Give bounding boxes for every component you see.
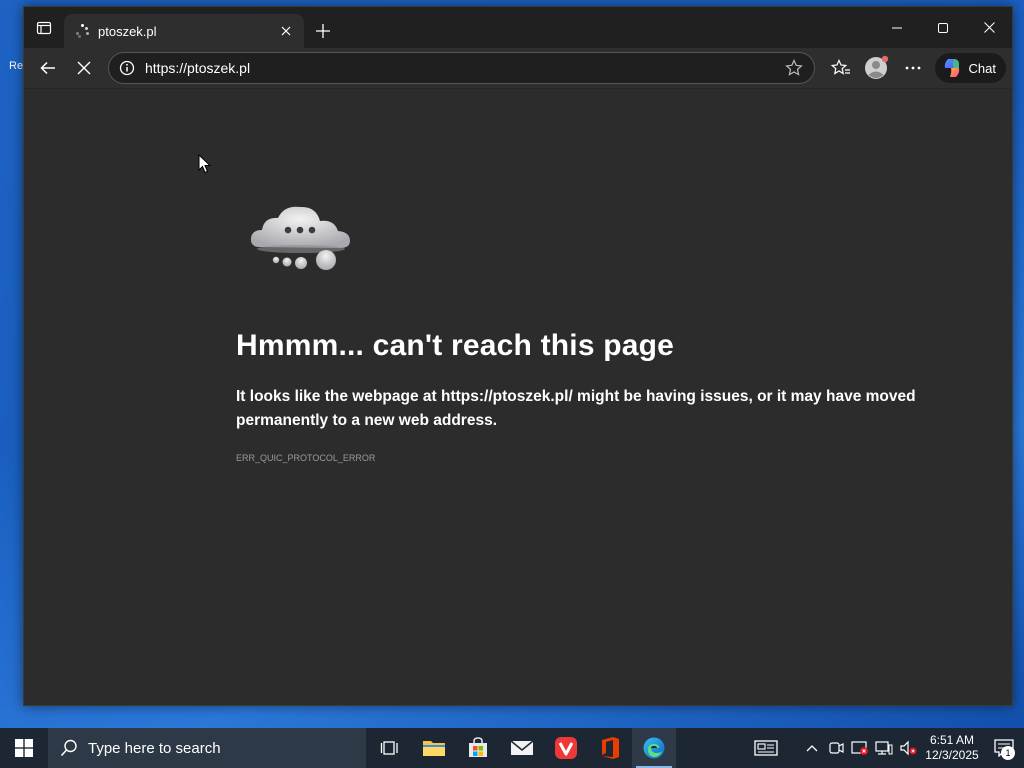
browser-tab[interactable]: ptoszek.pl: [64, 14, 304, 48]
page-content: Hmmm... can't reach this page It looks l…: [24, 88, 1012, 705]
profile-icon: [864, 55, 888, 79]
title-bar: ptoszek.pl: [24, 7, 1012, 48]
clock-time: 6:51 AM: [929, 733, 975, 747]
chevron-up-icon: [806, 745, 818, 752]
office-icon: [602, 737, 619, 759]
taskbar-store[interactable]: [456, 728, 500, 768]
close-icon: [281, 26, 291, 36]
mouse-cursor-icon: [198, 154, 212, 174]
meet-icon: [829, 742, 844, 754]
tab-actions-button[interactable]: [24, 7, 64, 48]
plus-icon: [316, 24, 330, 38]
search-input[interactable]: [88, 739, 338, 757]
stop-icon: [77, 61, 91, 75]
taskbar-mail[interactable]: [500, 728, 544, 768]
shield-warning-icon: [851, 741, 868, 755]
search-icon: [60, 739, 77, 757]
taskbar-vivaldi[interactable]: [544, 728, 588, 768]
info-icon: [119, 60, 135, 76]
taskbar-clock[interactable]: 6:51 AM 12/3/2025: [920, 733, 984, 763]
copilot-icon: [944, 59, 959, 77]
cloud-error-icon: [250, 206, 350, 270]
clock-date: 12/3/2025: [925, 748, 979, 762]
stop-loading-button[interactable]: [66, 52, 102, 84]
task-view-button[interactable]: [368, 728, 412, 768]
start-button[interactable]: [0, 728, 48, 768]
tab-close-button[interactable]: [276, 21, 296, 41]
vivaldi-icon: [555, 737, 577, 759]
close-icon: [983, 22, 995, 33]
chat-label: Chat: [968, 60, 996, 76]
new-tab-button[interactable]: [306, 14, 340, 48]
error-desc-url: https://ptoszek.pl/: [441, 388, 573, 405]
taskbar: 6:51 AM 12/3/2025 1: [0, 728, 1024, 768]
taskbar-edge[interactable]: [632, 728, 676, 768]
volume-muted-icon: [900, 740, 917, 756]
taskbar-file-explorer[interactable]: [412, 728, 456, 768]
profile-button[interactable]: [859, 52, 895, 84]
minimize-icon: [892, 27, 902, 28]
notification-center-button[interactable]: 1: [984, 728, 1024, 768]
taskbar-search-box[interactable]: [48, 728, 366, 768]
favorite-button[interactable]: [782, 59, 806, 77]
back-button[interactable]: [30, 52, 66, 84]
mail-icon: [510, 740, 534, 755]
error-title: Hmmm... can't reach this page: [236, 329, 675, 362]
news-icon: [754, 740, 778, 756]
maximize-button[interactable]: [920, 7, 966, 48]
error-description: It looks like the webpage at https://pto…: [236, 385, 956, 433]
more-icon: [905, 66, 920, 70]
maximize-icon: [938, 22, 948, 33]
favorites-button[interactable]: [823, 52, 859, 84]
close-window-button[interactable]: [966, 7, 1012, 48]
network-icon: [875, 741, 893, 755]
back-arrow-icon: [40, 61, 55, 75]
star-icon: [784, 59, 803, 76]
address-bar[interactable]: [108, 52, 815, 84]
favorites-icon: [830, 59, 850, 75]
loading-spinner-icon: [74, 23, 90, 39]
copilot-chat-button[interactable]: Chat: [934, 53, 1006, 83]
desktop-icon-label: Re: [9, 60, 24, 72]
folder-icon: [423, 741, 445, 756]
task-view-icon: [380, 741, 398, 755]
tray-app-button[interactable]: [824, 728, 848, 768]
network-button[interactable]: [872, 728, 896, 768]
security-tray-button[interactable]: [848, 728, 872, 768]
more-button[interactable]: [895, 52, 931, 84]
tab-title: ptoszek.pl: [98, 23, 157, 39]
show-hidden-icons-button[interactable]: [800, 728, 824, 768]
browser-window: ptoszek.pl https://ptoszek.pl Chat Hmmm.…: [23, 6, 1013, 706]
error-desc-prefix: It looks like the webpage at: [236, 388, 441, 405]
error-code: ERR_QUIC_PROTOCOL_ERROR: [236, 453, 376, 463]
windows-logo-icon: [15, 739, 33, 757]
tab-actions-icon: [36, 21, 52, 34]
minimize-button[interactable]: [874, 7, 920, 48]
notification-badge: 1: [1001, 746, 1015, 760]
url-input[interactable]: [145, 60, 782, 76]
volume-button[interactable]: [896, 728, 920, 768]
site-info-button[interactable]: [115, 60, 139, 76]
system-tray: 6:51 AM 12/3/2025 1: [746, 728, 1024, 768]
news-widget-button[interactable]: [746, 728, 786, 768]
taskbar-office[interactable]: [588, 728, 632, 768]
toolbar: Chat: [24, 48, 1012, 88]
edge-icon: [643, 737, 665, 759]
store-icon: [469, 737, 487, 757]
